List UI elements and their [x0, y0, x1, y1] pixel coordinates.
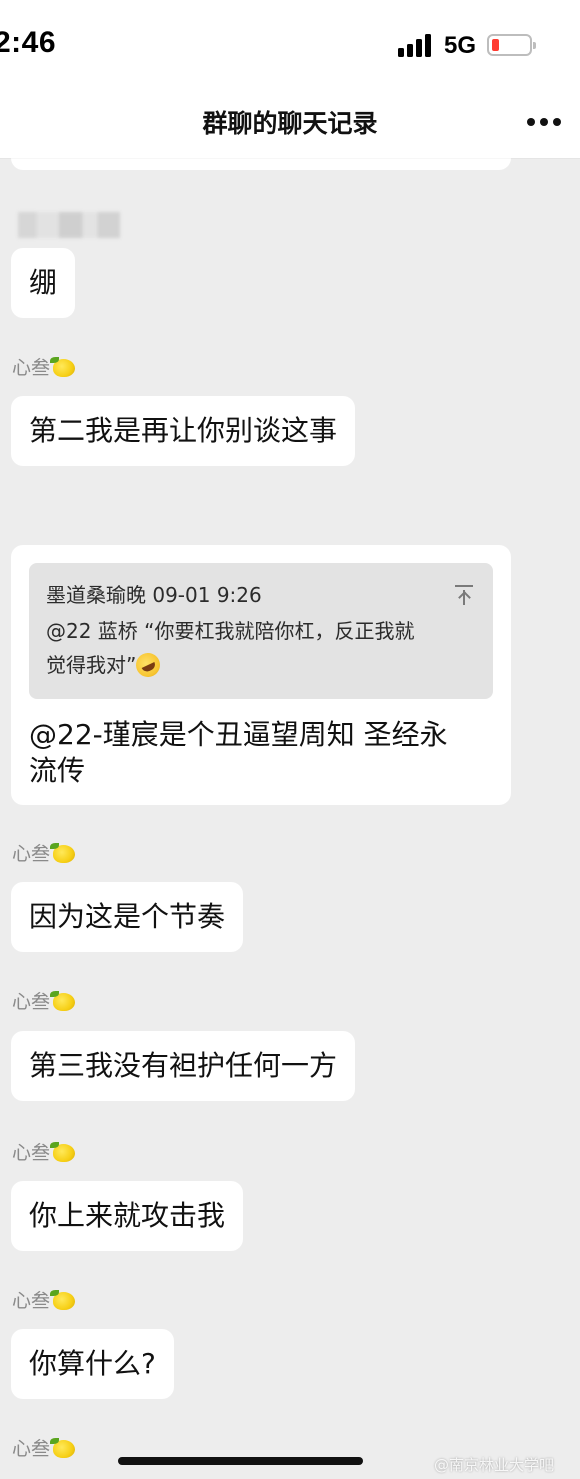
reply-text-line-2: 流传 [29, 754, 86, 787]
message-bubble[interactable]: 你上来就攻击我 [11, 1181, 244, 1251]
message-bubble[interactable]: 因为这是个节奏 [11, 882, 244, 952]
quote-text-line-2: 觉得我对” [46, 649, 165, 681]
watermark: @南京林业大学吧 [434, 1456, 555, 1474]
network-type: 5G [444, 32, 477, 59]
sender-name-text: 心叁 [12, 991, 51, 1013]
message-text: 你算什么? [29, 1347, 156, 1380]
message-text: 第二我是再让你别谈这事 [29, 414, 338, 447]
header-bar: 2:46 5G 群聊的聊天记录 [0, 0, 580, 158]
message-text: 第三我没有袒护任何一方 [29, 1049, 338, 1082]
lemon-emoji-icon [50, 843, 76, 863]
quote-text-line-1: @22 蓝桥 “你要杠我就陪你杠，反正我就 [46, 619, 415, 643]
sender-name-text: 心叁 [12, 843, 51, 865]
sender-name-text: 心叁 [12, 1142, 51, 1164]
message-bubble[interactable]: 第二我是再让你别谈这事 [11, 396, 356, 466]
blurred-sender-name [18, 212, 120, 238]
lemon-emoji-icon [50, 1438, 76, 1458]
lemon-emoji-icon [50, 1142, 76, 1162]
message-bubble[interactable]: 你算什么? [11, 1329, 174, 1399]
sender-name: 心叁 [12, 842, 76, 866]
message-bubble[interactable]: 绷 [11, 248, 76, 318]
message-bubble[interactable]: 第三我没有袒护任何一方 [11, 1031, 356, 1101]
quote-author: 墨道桑瑜晚 [46, 583, 146, 607]
status-time: 2:46 [0, 26, 57, 59]
sender-name: 心叁 [12, 1289, 76, 1313]
lemon-emoji-icon [50, 991, 76, 1011]
quote-text-line-2-text: 觉得我对” [46, 653, 137, 677]
jump-to-top-icon[interactable] [455, 585, 473, 605]
page-title: 群聊的聊天记录 [202, 109, 378, 138]
sender-name-text: 心叁 [12, 1290, 51, 1312]
sender-name: 心叁 [12, 1141, 76, 1165]
message-text: 绷 [29, 266, 58, 299]
sender-name: 心叁 [12, 356, 76, 380]
sender-name-text: 心叁 [12, 1438, 51, 1460]
screen: 绷 心叁 第二我是再让你别谈这事 墨道桑瑜晚 09-01 9:26 @22 蓝桥… [0, 0, 580, 1479]
lemon-emoji-icon [50, 1290, 76, 1310]
more-options-icon[interactable] [527, 118, 561, 126]
message-text: 因为这是个节奏 [29, 900, 226, 933]
sender-name-text: 心叁 [12, 357, 51, 379]
sender-name: 心叁 [12, 1437, 76, 1461]
sender-name: 心叁 [12, 990, 76, 1014]
quote-block[interactable]: 墨道桑瑜晚 09-01 9:26 @22 蓝桥 “你要杠我就陪你杠，反正我就 觉… [29, 563, 493, 699]
reply-text: @22-瑾宸是个丑逼望周知 圣经永 流传 [29, 717, 448, 789]
battery-icon [487, 34, 536, 56]
quote-time: 09-01 9:26 [152, 583, 262, 607]
chat-history[interactable]: 绷 心叁 第二我是再让你别谈这事 墨道桑瑜晚 09-01 9:26 @22 蓝桥… [0, 0, 580, 1479]
quote-header: 墨道桑瑜晚 09-01 9:26 [46, 582, 262, 608]
home-indicator[interactable] [118, 1457, 363, 1465]
message-text: 你上来就攻击我 [29, 1199, 226, 1232]
reply-text-line-1: @22-瑾宸是个丑逼望周知 圣经永 [29, 718, 448, 751]
lemon-emoji-icon [50, 357, 76, 377]
rofl-emoji-icon [132, 649, 165, 681]
signal-strength-icon [398, 33, 434, 57]
quoted-reply-message[interactable]: 墨道桑瑜晚 09-01 9:26 @22 蓝桥 “你要杠我就陪你杠，反正我就 觉… [11, 545, 511, 805]
